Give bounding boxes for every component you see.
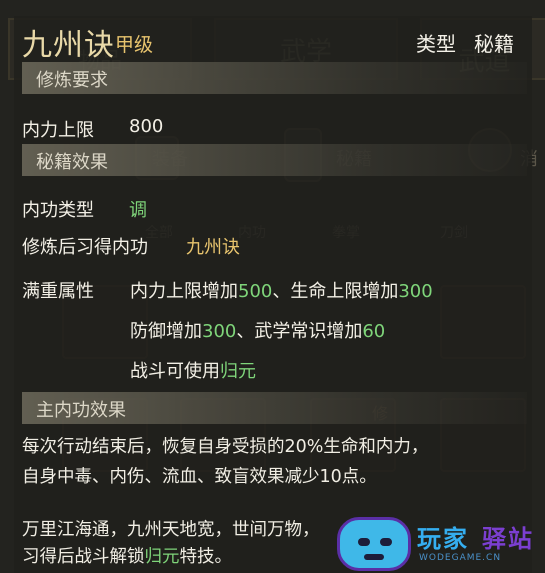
attr-value: 300 — [202, 321, 237, 342]
section-title: 修炼要求 — [36, 70, 108, 91]
main-internal-desc-line-1: 每次行动结束后，恢复自身受损的20%生命和内力， — [22, 437, 429, 457]
attr-name: 战斗可使用 — [130, 361, 220, 382]
flavor-text: 习得后战斗解锁 — [22, 547, 145, 567]
full-attr-line-3: 战斗可使用归元 — [130, 357, 256, 383]
main-internal-desc-line-2: 自身中毒、内伤、流血、致盲效果减少10点。 — [22, 467, 377, 487]
full-attr-label: 满重属性 — [22, 281, 94, 302]
section-effects: 秘籍效果 — [22, 144, 527, 176]
requirement-label: 内力上限 — [22, 120, 94, 141]
learn-value: 九州诀 — [186, 237, 240, 258]
item-header: 九州诀 甲级 类型 秘籍 — [22, 20, 527, 63]
flavor-text: 特技。 — [179, 547, 233, 567]
flavor-skill: 归元 — [144, 547, 180, 567]
attr-value: 归元 — [220, 361, 256, 382]
watermark-text-b: 驿站 — [482, 525, 534, 553]
attr-separator: 、 — [272, 281, 291, 302]
section-title: 秘籍效果 — [36, 152, 108, 173]
attr-value: 300 — [398, 281, 433, 302]
full-attr-line-2: 防御增加300、武学常识增加60 — [130, 317, 385, 343]
attr-value: 60 — [362, 321, 386, 342]
item-type-label: 类型 — [416, 32, 456, 56]
attr-name: 内力上限增加 — [130, 281, 238, 302]
requirement-value: 800 — [129, 116, 164, 137]
internal-type-value: 调 — [129, 200, 147, 221]
section-main-internal: 主内功效果 — [22, 392, 527, 424]
section-title: 主内功效果 — [36, 400, 126, 421]
section-requirements: 修炼要求 — [22, 62, 527, 94]
watermark-url: WODEGAME.CN — [419, 553, 502, 563]
mascot-icon — [337, 517, 411, 571]
item-name: 九州诀 — [22, 28, 115, 63]
watermark-text-a: 玩家 — [417, 525, 469, 553]
attr-name: 武学常识增加 — [254, 321, 363, 342]
flavor-line-2: 习得后战斗解锁归元特技。 — [22, 542, 232, 572]
item-grade: 甲级 — [115, 34, 154, 56]
flavor-line-1: 万里江海通，九州天地宽，世间万物， — [22, 520, 320, 540]
watermark-logo: 玩家 驿站 WODEGAME.CN — [337, 517, 545, 573]
attr-name: 防御增加 — [130, 321, 202, 342]
item-type-value: 秘籍 — [474, 32, 514, 56]
attr-value: 500 — [238, 281, 273, 302]
attr-separator: 、 — [236, 321, 255, 342]
full-attr-line-1: 内力上限增加500、生命上限增加300 — [130, 277, 433, 303]
learn-label: 修炼后习得内功 — [22, 237, 148, 258]
internal-type-label: 内功类型 — [22, 200, 94, 221]
attr-name: 生命上限增加 — [290, 281, 399, 302]
